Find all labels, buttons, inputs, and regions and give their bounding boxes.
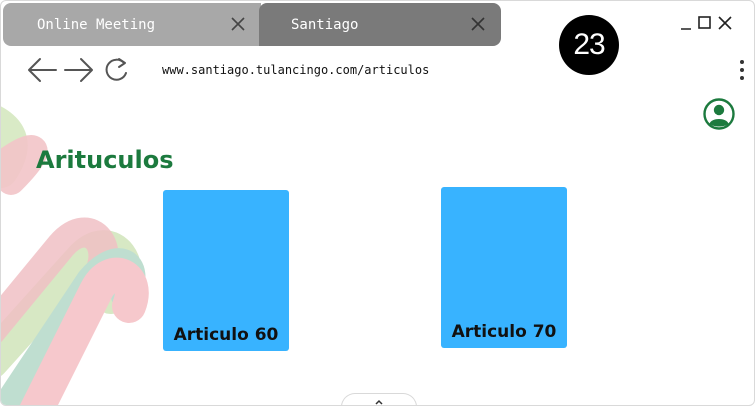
chevron-up-icon (375, 399, 383, 405)
scroll-up-handle[interactable] (341, 393, 417, 405)
maximize-icon[interactable] (697, 15, 713, 31)
tab-online-meeting[interactable]: Online Meeting (3, 3, 261, 46)
close-icon[interactable] (229, 15, 247, 33)
tab-label: Online Meeting (37, 16, 156, 33)
address-bar-url[interactable]: www.santiago.tulancingo.com/articulos (162, 63, 429, 77)
card-label: Articulo 60 (173, 325, 279, 345)
more-menu-icon[interactable] (739, 59, 745, 81)
article-card-70[interactable]: Articulo 70 (441, 187, 567, 348)
reload-icon[interactable] (101, 56, 133, 84)
tab-label: Santiago (291, 16, 359, 33)
browser-window: Online Meeting Santiago 23 www.santiago.… (0, 0, 755, 406)
card-label: Articulo 70 (451, 322, 557, 342)
page-title: Arituculos (36, 146, 174, 174)
close-icon[interactable] (469, 15, 487, 33)
close-window-icon[interactable] (717, 15, 733, 31)
step-badge: 23 (559, 15, 619, 75)
tab-santiago[interactable]: Santiago (259, 3, 501, 46)
forward-arrow-icon[interactable] (63, 56, 95, 84)
back-arrow-icon[interactable] (26, 56, 58, 84)
article-card-60[interactable]: Articulo 60 (163, 190, 289, 351)
account-icon[interactable] (703, 98, 735, 130)
minimize-icon[interactable] (679, 15, 695, 31)
